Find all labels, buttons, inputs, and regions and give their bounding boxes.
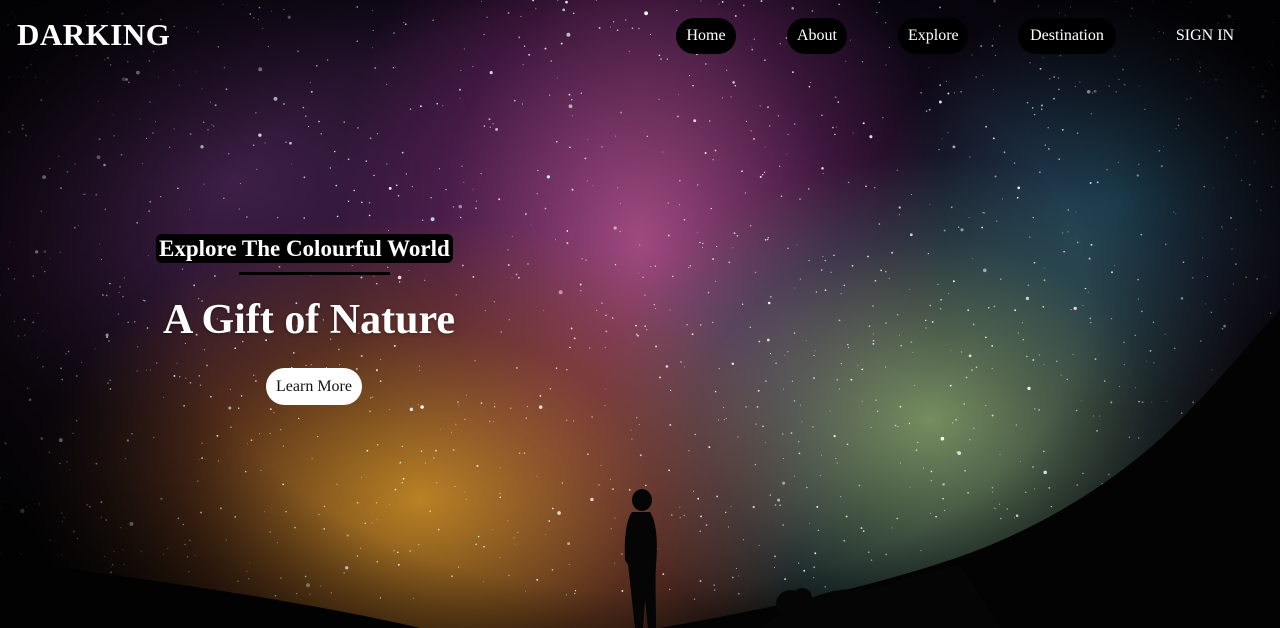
sign-in-link[interactable]: SIGN IN	[1168, 18, 1242, 54]
nav-destination-button[interactable]: Destination	[1018, 18, 1116, 54]
nav-explore-button[interactable]: Explore	[898, 18, 968, 54]
learn-more-button[interactable]: Learn More	[266, 368, 362, 405]
hero-tagline: Explore The Colourful World	[156, 234, 453, 263]
site-logo[interactable]: DARKING	[17, 17, 170, 53]
tagline-underline	[239, 272, 390, 275]
page: DARKING Home About Explore Destination S…	[0, 0, 1280, 628]
nav-about-button[interactable]: About	[787, 18, 847, 54]
nav-home-button[interactable]: Home	[676, 18, 736, 54]
person-silhouette	[624, 489, 657, 628]
hero-title: A Gift of Nature	[163, 297, 456, 343]
